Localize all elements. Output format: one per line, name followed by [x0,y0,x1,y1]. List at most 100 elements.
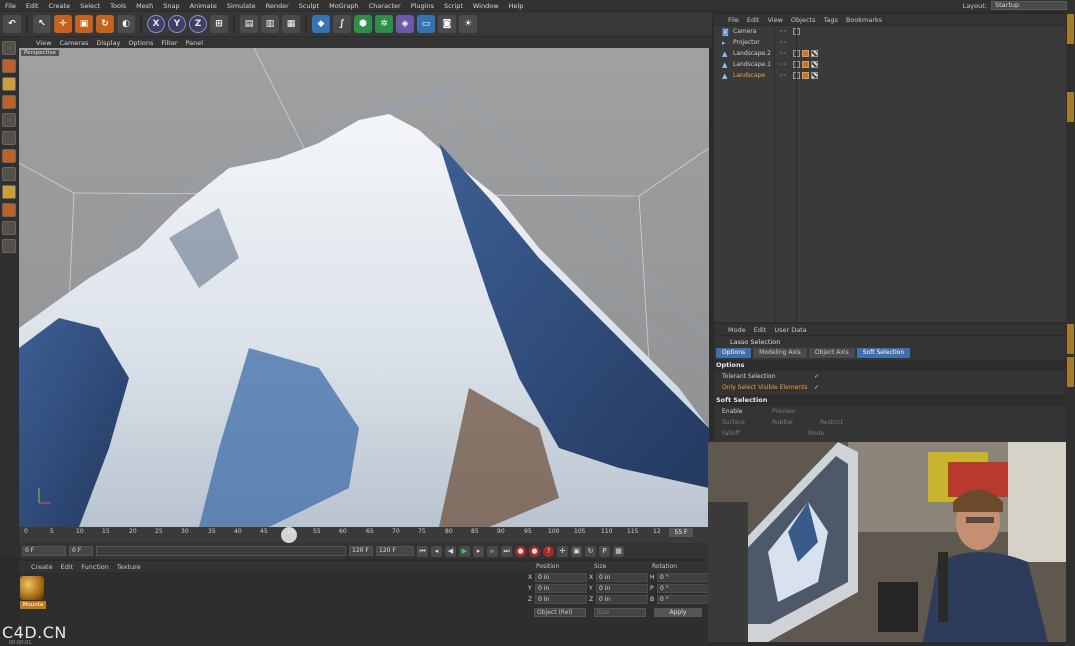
menu-window[interactable]: Window [468,2,504,10]
spline-pen-icon[interactable]: ∫ [333,15,351,33]
play-icon[interactable]: ▶ [459,545,470,557]
key-position-icon[interactable]: ✛ [557,545,568,557]
record-keys-icon[interactable]: ● [515,545,526,557]
layers-dock-tab[interactable] [1067,357,1074,387]
polygons-mode-icon[interactable] [2,149,16,163]
mode-label[interactable]: Mode [808,428,824,439]
menu-create[interactable]: Create [43,2,75,10]
previous-key-icon[interactable]: ◂ [431,545,442,557]
object-row-projector[interactable]: ▸ Projector ∘∘ [714,37,1066,48]
menu-sculpt[interactable]: Sculpt [294,2,324,10]
object-menu-tags[interactable]: Tags [823,16,837,24]
material-menu-edit[interactable]: Edit [61,563,74,571]
edges-mode-icon[interactable] [2,131,16,145]
texture-mode-icon[interactable] [2,77,16,91]
move-icon[interactable]: ✛ [54,15,72,33]
cloner-icon[interactable]: ✲ [375,15,393,33]
go-to-end-icon[interactable]: ⏭ [501,545,512,557]
material-tag-icon[interactable] [802,61,809,68]
rubber-label[interactable]: Rubber [772,417,814,428]
texture-tag-icon[interactable] [811,72,818,79]
texture-tag-icon[interactable] [811,61,818,68]
object-row-landscape-1[interactable]: ▲ Landscape.1 ∘∘ [714,59,1066,70]
subdivision-surface-icon[interactable]: ⬢ [354,15,372,33]
go-to-start-icon[interactable]: ⏮ [417,545,428,557]
enable-label[interactable]: Enable [722,406,766,417]
coordinate-mode-select[interactable]: Object (Rel) [534,608,586,617]
material-menu-texture[interactable]: Texture [117,563,141,571]
attributes-dock-tab[interactable] [1067,324,1074,354]
material-menu-create[interactable]: Create [31,563,53,571]
object-menu-view[interactable]: View [767,16,782,24]
object-row-landscape[interactable]: ▲ Landscape ∘∘ [714,70,1066,81]
rotation-h-field[interactable]: 0 ° [657,573,709,582]
snapping-icon[interactable] [2,185,16,199]
menu-snap[interactable]: Snap [158,2,184,10]
next-frame-icon[interactable]: ▸ [473,545,484,557]
object-menu-objects[interactable]: Objects [791,16,816,24]
content-browser-dock-tab[interactable] [1067,92,1074,122]
menu-character[interactable]: Character [364,2,406,10]
end-frame-field[interactable]: 120 F [376,546,414,556]
layout-select[interactable]: Startup [991,1,1067,10]
recent-tools-icon[interactable]: ◐ [117,15,135,33]
viewport-menu-panel[interactable]: Panel [182,39,208,47]
autokey-icon[interactable]: ● [529,545,540,557]
rotation-b-field[interactable]: 0 ° [657,595,709,604]
y-axis-lock-icon[interactable]: Y [168,15,186,33]
key-scale-icon[interactable]: ▣ [571,545,582,557]
object-menu-file[interactable]: File [728,16,739,24]
attribute-menu-edit[interactable]: Edit [754,326,767,334]
tab-soft-selection[interactable]: Soft Selection [856,348,911,358]
z-axis-lock-icon[interactable]: Z [189,15,207,33]
visibility-flags-icon[interactable]: ∘∘ [779,39,793,46]
object-menu-bookmarks[interactable]: Bookmarks [846,16,882,24]
menu-edit[interactable]: Edit [21,2,44,10]
tab-options[interactable]: Options [716,348,752,358]
range-end-field[interactable]: 120 F [349,546,373,556]
attribute-menu-user-data[interactable]: User Data [774,326,806,334]
position-y-field[interactable]: 0 in [535,584,587,593]
visibility-flags-icon[interactable]: ∘∘ [779,28,793,35]
perspective-viewport[interactable]: Perspective [19,48,709,527]
rotate-icon[interactable]: ↻ [96,15,114,33]
timeline-playhead[interactable] [281,527,297,543]
texture-tag-icon[interactable] [811,50,818,57]
x-axis-lock-icon[interactable]: X [147,15,165,33]
menu-help[interactable]: Help [504,2,529,10]
object-row-camera[interactable]: ◙ Camera ∘∘ [714,26,1066,37]
tolerant-selection-checkbox[interactable]: ✓ [814,371,819,382]
tab-modeling-axis[interactable]: Modeling Axis [753,348,807,358]
position-x-field[interactable]: 0 in [535,573,587,582]
model-mode-icon[interactable] [2,59,16,73]
objects-dock-tab[interactable] [1067,14,1074,44]
render-view-icon[interactable]: ▤ [240,15,258,33]
floor-icon[interactable]: ▭ [417,15,435,33]
position-z-field[interactable]: 0 in [535,595,587,604]
surface-label[interactable]: Surface [722,417,766,428]
material-menu-function[interactable]: Function [81,563,109,571]
cube-icon[interactable]: ◆ [312,15,330,33]
make-editable-icon[interactable] [2,41,16,55]
previous-frame-icon[interactable]: ◀ [445,545,456,557]
deformer-icon[interactable]: ◈ [396,15,414,33]
start-frame-field[interactable]: 0 F [22,546,66,556]
workplane-icon[interactable] [2,95,16,109]
keyframe-selection-icon[interactable]: ? [543,545,554,557]
sculpt-icon[interactable] [2,239,16,253]
range-start-field[interactable]: 0 F [69,546,93,556]
render-to-picture-viewer-icon[interactable]: ▥ [261,15,279,33]
points-mode-icon[interactable] [2,113,16,127]
key-rotation-icon[interactable]: ↻ [585,545,596,557]
size-y-field[interactable]: 0 in [596,584,648,593]
menu-animate[interactable]: Animate [185,2,222,10]
edit-render-settings-icon[interactable]: ▦ [282,15,300,33]
visibility-flags-icon[interactable]: ∘∘ [779,50,793,57]
visibility-flags-icon[interactable]: ∘∘ [779,72,793,79]
restrict-label[interactable]: Restrict [820,417,843,428]
key-pla-icon[interactable]: ▦ [613,545,624,557]
menu-tools[interactable]: Tools [105,2,131,10]
preview-label[interactable]: Preview [772,406,795,417]
size-x-field[interactable]: 0 in [596,573,648,582]
range-slider[interactable] [96,546,346,556]
